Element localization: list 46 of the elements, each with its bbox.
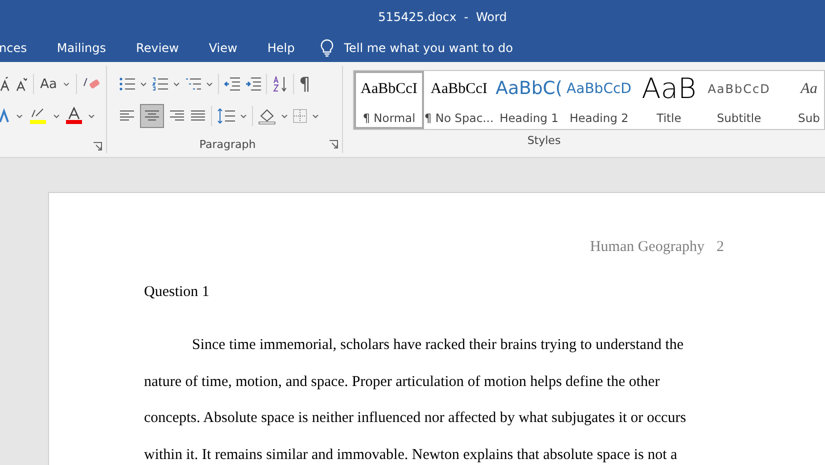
bullets-icon[interactable] [119,77,135,91]
menu-tab[interactable]: Mailings [42,33,122,62]
menu-tab[interactable]: nces [0,33,42,62]
change-case-icon[interactable]: Aa [40,76,57,92]
align-center-icon[interactable] [140,104,164,128]
borders-icon[interactable] [293,109,307,123]
dropdown-caret-icon[interactable] [281,114,288,118]
font-color-icon[interactable] [66,107,82,125]
show-formatting-icon[interactable]: ¶ [299,74,310,94]
dialog-launcher-icon[interactable] [329,140,338,149]
menu-tab[interactable]: View [194,33,252,62]
dropdown-caret-icon[interactable] [53,114,60,118]
justify-icon[interactable] [190,109,206,123]
highlighter-icon[interactable] [29,107,47,125]
dialog-launcher-icon[interactable] [93,142,102,151]
menu-tab[interactable]: Review [121,33,194,62]
line-spacing-icon[interactable] [217,108,235,124]
multilevel-list-icon[interactable] [185,77,201,91]
body-paragraph: Since time immemorial, scholars have racked their brains trying to understand the nature of time, motion, and space. Proper articulation of motion helps define the other concepts. Absolute space is neither influenced nor affected by what subjugates it or occurs within it. It remains similar and immovable. Newton explains that absolute space is not a [144,336,688,464]
align-left-icon[interactable] [119,109,135,123]
tell-me-search-field[interactable]: Tell me what you want to do [342,40,586,56]
dropdown-caret-icon[interactable] [88,114,95,118]
group-label: Styles [527,134,561,147]
sort-icon[interactable] [272,76,288,92]
menu-tab[interactable]: Help [252,33,310,62]
dropdown-caret-icon[interactable] [16,114,23,118]
dropdown-caret-icon[interactable] [173,82,180,86]
lightbulb-icon[interactable] [320,38,334,56]
dropdown-caret-icon[interactable] [140,82,147,86]
dropdown-caret-icon[interactable] [240,114,247,118]
style-option[interactable]: AaBbCcI ¶ Normal [354,71,424,129]
dropdown-caret-icon[interactable] [312,114,319,118]
shrink-font-icon[interactable] [16,76,28,92]
numbering-icon[interactable] [152,77,168,91]
increase-indent-icon[interactable] [245,77,261,91]
question-heading: Question 1 [144,284,210,301]
align-right-icon[interactable] [169,109,185,123]
header-title: Human Geography [590,239,704,256]
shading-icon[interactable] [258,107,276,125]
group-label: Paragraph [199,138,256,151]
dropdown-caret-icon[interactable] [206,82,213,86]
grow-font-icon[interactable] [0,76,10,92]
page-number: 2 [716,239,724,256]
window-title: 515425.docx - Word [377,10,507,24]
decrease-indent-icon[interactable] [224,77,240,91]
dropdown-caret-icon[interactable] [63,82,70,86]
